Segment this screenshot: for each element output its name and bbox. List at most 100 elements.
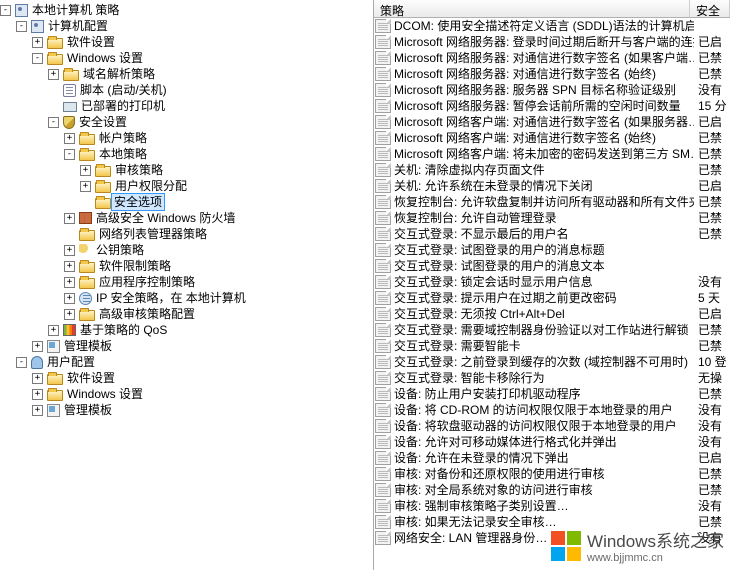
policy-row[interactable]: 交互式登录: 试图登录的用户的消息文本 bbox=[374, 258, 730, 274]
policy-row[interactable]: 交互式登录: 试图登录的用户的消息标题 bbox=[374, 242, 730, 258]
policy-name: 交互式登录: 需要域控制器身份验证以对工作站进行解锁 bbox=[394, 322, 694, 338]
tree-node[interactable]: -本地计算机 策略 bbox=[0, 2, 373, 18]
policy-name: Microsoft 网络客户端: 对通信进行数字签名 (始终) bbox=[394, 130, 694, 146]
policy-row[interactable]: Microsoft 网络客户端: 将未加密的密码发送到第三方 SM…已禁 bbox=[374, 146, 730, 162]
tree-node[interactable]: +管理模板 bbox=[0, 402, 373, 418]
tree-node-label: 基于策略的 QoS bbox=[79, 322, 167, 338]
tree-node-label: 网络列表管理器策略 bbox=[98, 226, 207, 242]
tree-node[interactable]: -计算机配置 bbox=[0, 18, 373, 34]
toggle-blank bbox=[64, 229, 75, 240]
policy-row[interactable]: Microsoft 网络客户端: 对通信进行数字签名 (始终)已禁 bbox=[374, 130, 730, 146]
policy-row[interactable]: 关机: 清除虚拟内存页面文件已禁 bbox=[374, 162, 730, 178]
expand-icon[interactable]: + bbox=[64, 277, 75, 288]
tree-node[interactable]: +软件设置 bbox=[0, 370, 373, 386]
tree-node[interactable]: +Windows 设置 bbox=[0, 386, 373, 402]
expand-icon[interactable]: + bbox=[80, 165, 91, 176]
policy-row[interactable]: Microsoft 网络服务器: 暂停会话前所需的空闲时间数量15 分 bbox=[374, 98, 730, 114]
policy-row[interactable]: 交互式登录: 不显示最后的用户名已禁 bbox=[374, 226, 730, 242]
tree-node-label: 公钥策略 bbox=[95, 242, 144, 258]
policy-row[interactable]: 恢复控制台: 允许软盘复制并访问所有驱动器和所有文件夹已禁 bbox=[374, 194, 730, 210]
policy-row[interactable]: 交互式登录: 之前登录到缓存的次数 (域控制器不可用时)10 登 bbox=[374, 354, 730, 370]
tree-node[interactable]: +IP 安全策略，在 本地计算机 bbox=[0, 290, 373, 306]
expand-icon[interactable]: + bbox=[80, 181, 91, 192]
collapse-icon[interactable]: - bbox=[32, 53, 43, 64]
policy-row[interactable]: 交互式登录: 无须按 Ctrl+Alt+Del已启 bbox=[374, 306, 730, 322]
tree-node[interactable]: +软件设置 bbox=[0, 34, 373, 50]
policy-row[interactable]: 设备: 防止用户安装打印机驱动程序已禁 bbox=[374, 386, 730, 402]
tree-node[interactable]: + 审核策略 bbox=[0, 162, 373, 178]
policy-row[interactable]: 审核: 对全局系统对象的访问进行审核已禁 bbox=[374, 482, 730, 498]
expand-icon[interactable]: + bbox=[64, 245, 75, 256]
policy-row[interactable]: Microsoft 网络服务器: 服务器 SPN 目标名称验证级别没有 bbox=[374, 82, 730, 98]
tree-node[interactable]: -本地策略 bbox=[0, 146, 373, 162]
policy-row[interactable]: 交互式登录: 提示用户在过期之前更改密码5 天 bbox=[374, 290, 730, 306]
policy-row[interactable]: 网络安全: LAN 管理器身份…没有 bbox=[374, 530, 730, 546]
expand-icon[interactable]: + bbox=[64, 213, 75, 224]
tree-node[interactable]: +帐户策略 bbox=[0, 130, 373, 146]
policy-row[interactable]: 审核: 强制审核策略子类别设置…没有 bbox=[374, 498, 730, 514]
policy-row[interactable]: 审核: 如果无法记录安全审核…已禁 bbox=[374, 514, 730, 530]
expand-icon[interactable]: + bbox=[32, 389, 43, 400]
collapse-icon[interactable]: - bbox=[48, 117, 59, 128]
policy-setting: 已禁 bbox=[694, 466, 730, 482]
column-header-policy[interactable]: 策略 bbox=[374, 0, 690, 17]
policy-doc-icon bbox=[375, 67, 391, 81]
collapse-icon[interactable]: - bbox=[16, 21, 27, 32]
collapse-icon[interactable]: - bbox=[0, 5, 11, 16]
policy-row[interactable]: 审核: 对备份和还原权限的使用进行审核已禁 bbox=[374, 466, 730, 482]
tree-node[interactable]: +应用程序控制策略 bbox=[0, 274, 373, 290]
expand-icon[interactable]: + bbox=[64, 133, 75, 144]
collapse-icon[interactable]: - bbox=[64, 149, 75, 160]
tree-node[interactable]: +高级审核策略配置 bbox=[0, 306, 373, 322]
tree-node[interactable]: 网络列表管理器策略 bbox=[0, 226, 373, 242]
policy-setting: 已启 bbox=[694, 450, 730, 466]
policy-row[interactable]: 交互式登录: 锁定会话时显示用户信息没有 bbox=[374, 274, 730, 290]
expand-icon[interactable]: + bbox=[64, 261, 75, 272]
tree-node[interactable]: -Windows 设置 bbox=[0, 50, 373, 66]
policy-row[interactable]: 恢复控制台: 允许自动管理登录已禁 bbox=[374, 210, 730, 226]
expand-icon[interactable]: + bbox=[32, 405, 43, 416]
policy-row[interactable]: Microsoft 网络服务器: 对通信进行数字签名 (如果客户端…已禁 bbox=[374, 50, 730, 66]
tree-node-label: 用户配置 bbox=[46, 354, 95, 370]
tree-node[interactable]: +域名解析策略 bbox=[0, 66, 373, 82]
expand-icon[interactable]: + bbox=[64, 293, 75, 304]
tree-node[interactable]: 脚本 (启动/关机) bbox=[0, 82, 373, 98]
tree-node[interactable]: + 基于策略的 QoS bbox=[0, 322, 373, 338]
tree-node[interactable]: +高级安全 Windows 防火墙 bbox=[0, 210, 373, 226]
expand-icon[interactable]: + bbox=[32, 37, 43, 48]
tree-node[interactable]: 安全选项 bbox=[0, 194, 373, 210]
tree-node[interactable]: +用户权限分配 bbox=[0, 178, 373, 194]
policy-name: Microsoft 网络服务器: 对通信进行数字签名 (始终) bbox=[394, 66, 694, 82]
policy-row[interactable]: 设备: 将 CD-ROM 的访问权限仅限于本地登录的用户没有 bbox=[374, 402, 730, 418]
policy-row[interactable]: 关机: 允许系统在未登录的情况下关闭已启 bbox=[374, 178, 730, 194]
expand-icon[interactable]: + bbox=[32, 373, 43, 384]
policy-row[interactable]: 交互式登录: 需要域控制器身份验证以对工作站进行解锁已禁 bbox=[374, 322, 730, 338]
expand-icon[interactable]: + bbox=[48, 69, 59, 80]
policy-row[interactable]: Microsoft 网络服务器: 对通信进行数字签名 (始终)已禁 bbox=[374, 66, 730, 82]
policy-row[interactable]: 设备: 将软盘驱动器的访问权限仅限于本地登录的用户没有 bbox=[374, 418, 730, 434]
tree-node-label: 审核策略 bbox=[114, 162, 163, 178]
policy-row[interactable]: 设备: 允许对可移动媒体进行格式化并弹出没有 bbox=[374, 434, 730, 450]
expand-icon[interactable]: + bbox=[64, 309, 75, 320]
tree-node[interactable]: -安全设置 bbox=[0, 114, 373, 130]
tree-node[interactable]: +管理模板 bbox=[0, 338, 373, 354]
policy-name: 网络安全: LAN 管理器身份… bbox=[394, 530, 694, 546]
shield-icon bbox=[63, 116, 75, 129]
policy-row[interactable]: 设备: 允许在未登录的情况下弹出已启 bbox=[374, 450, 730, 466]
expand-icon[interactable]: + bbox=[48, 325, 59, 336]
policy-row[interactable]: 交互式登录: 需要智能卡已禁 bbox=[374, 338, 730, 354]
policy-row[interactable]: DCOM: 使用安全描述符定义语言 (SDDL)语法的计算机启动限制 bbox=[374, 18, 730, 34]
policy-doc-icon bbox=[375, 323, 391, 337]
policy-row[interactable]: Microsoft 网络客户端: 对通信进行数字签名 (如果服务器…已启 bbox=[374, 114, 730, 130]
policy-row[interactable]: 交互式登录: 智能卡移除行为无操 bbox=[374, 370, 730, 386]
tree-node[interactable]: + 公钥策略 bbox=[0, 242, 373, 258]
expand-icon[interactable]: + bbox=[32, 341, 43, 352]
user-icon bbox=[31, 356, 43, 369]
collapse-icon[interactable]: - bbox=[16, 357, 27, 368]
tree-node[interactable]: 已部署的打印机 bbox=[0, 98, 373, 114]
tree-node[interactable]: +软件限制策略 bbox=[0, 258, 373, 274]
policy-name: 交互式登录: 试图登录的用户的消息文本 bbox=[394, 258, 694, 274]
policy-row[interactable]: Microsoft 网络服务器: 登录时间过期后断开与客户端的连接已启 bbox=[374, 34, 730, 50]
tree-node[interactable]: - 用户配置 bbox=[0, 354, 373, 370]
column-header-setting[interactable]: 安全 bbox=[690, 0, 730, 17]
